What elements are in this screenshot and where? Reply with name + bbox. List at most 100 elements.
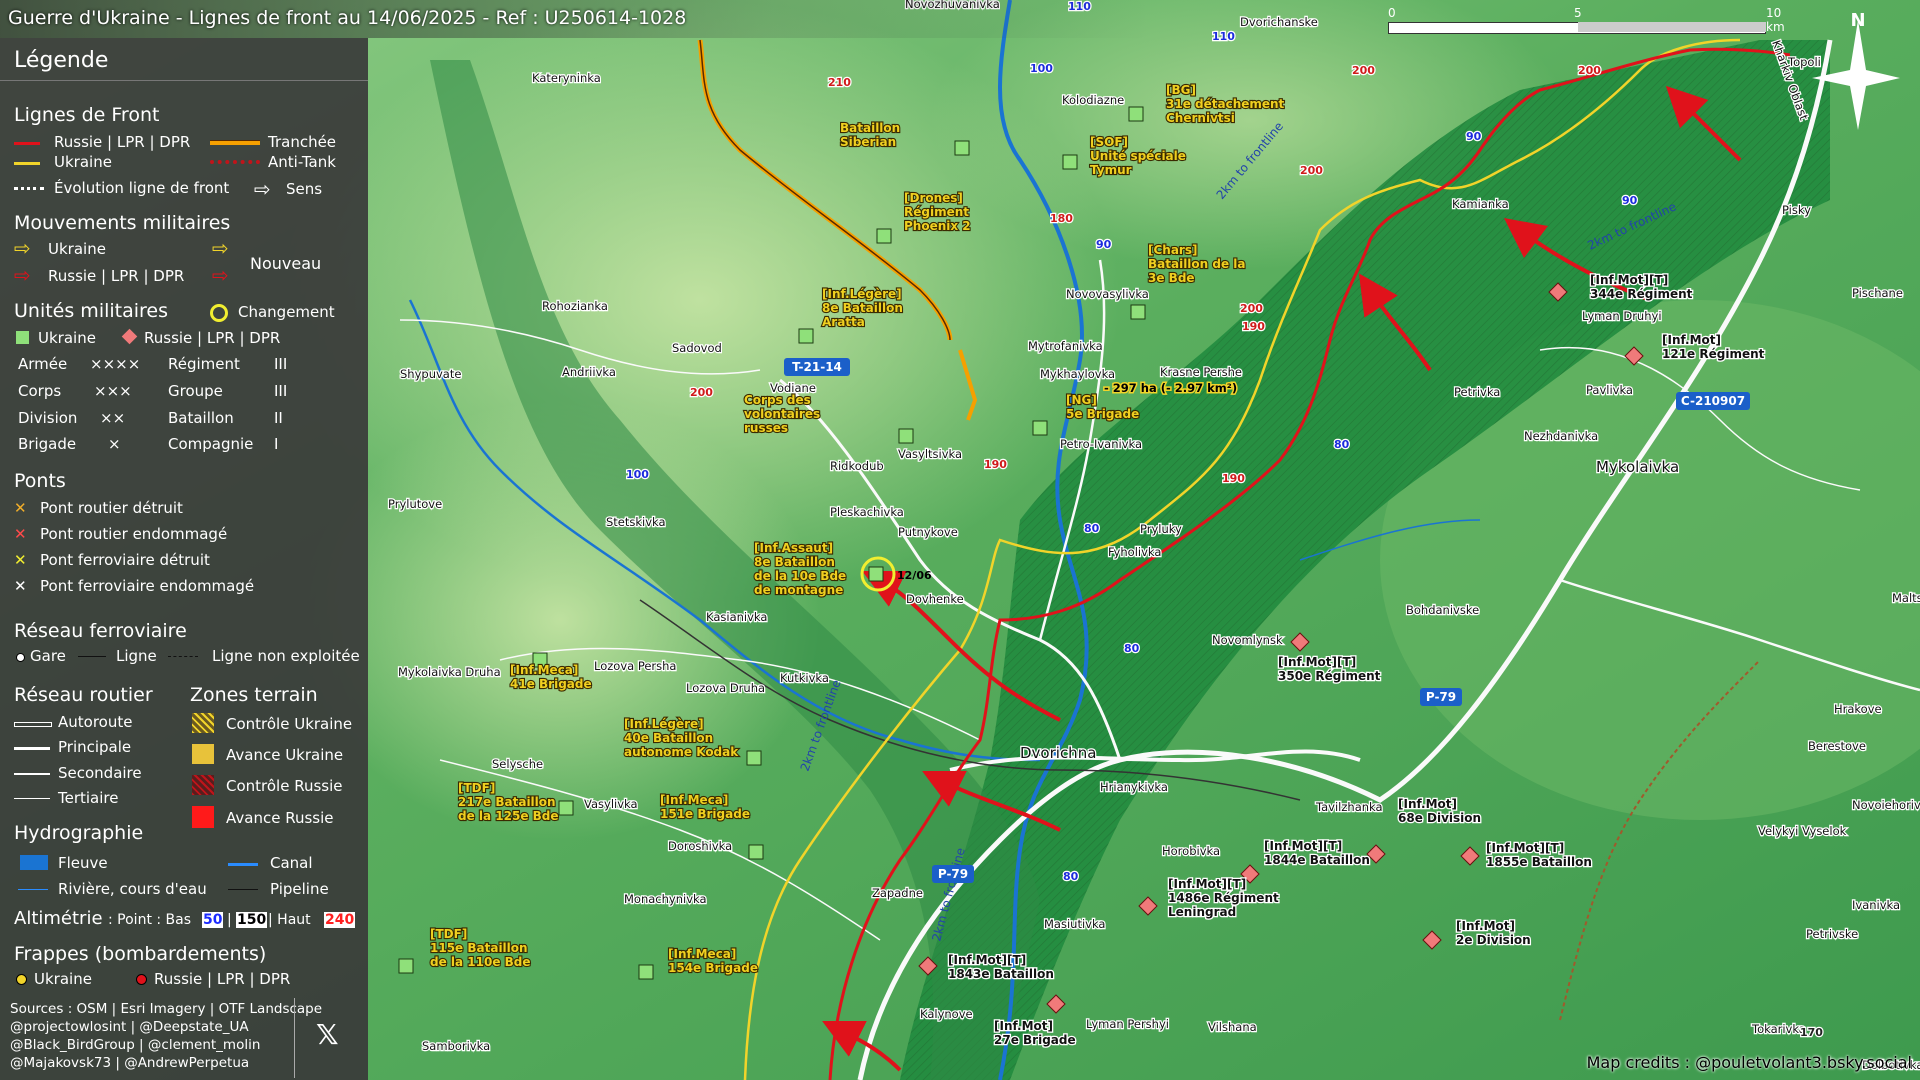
alt-mid: 150 (236, 912, 268, 928)
place-label: Ivanivka (1852, 898, 1900, 912)
trench-swatch (210, 140, 260, 145)
bridge-item-4: Pont ferroviaire endommagé (40, 577, 255, 595)
strikes-ukraine-label: Ukraine (34, 970, 92, 988)
place-label: Petro-Ivanivka (1060, 437, 1142, 451)
new-russia-move-icon: ⇨ (212, 263, 229, 287)
unit-type-brigade: Brigade (18, 435, 77, 453)
russia-line-swatch (14, 142, 40, 145)
place-label: Nezhdanivka (1524, 429, 1598, 443)
unit-type-group: Groupe (168, 382, 223, 400)
ukraine-unit-icon[interactable] (1130, 304, 1146, 320)
sources-divider (294, 998, 295, 1078)
ukraine-unit-icon[interactable] (868, 566, 884, 582)
altitude-point: 80 (1334, 438, 1350, 451)
annotation-date: 12/06 (897, 569, 932, 582)
sources-line-3: @Black_BirdGroup | @clement_molin (10, 1037, 261, 1053)
legend-title: Légende (14, 48, 109, 73)
place-label: Putnykove (898, 525, 958, 539)
russia-move-arrow-icon: ⇨ (14, 263, 31, 287)
altitude-point: 100 (626, 468, 649, 481)
units-heading: Unités militaires (14, 300, 169, 322)
ukraine-unit-icon[interactable] (638, 964, 654, 980)
bridges-heading: Ponts (14, 470, 66, 492)
place-label: Mykolaivka Druha (398, 665, 501, 679)
new-ukraine-move-icon: ⇨ (212, 236, 229, 260)
unit-type-company: Compagnie (168, 435, 254, 453)
place-label: Dovhenke (906, 592, 964, 606)
place-label: Novomlynsk (1212, 633, 1283, 647)
bridge-item-3: Pont ferroviaire détruit (40, 551, 210, 569)
russia-unit-diamond-icon (121, 328, 138, 345)
place-label: Novoiehorivka (1852, 798, 1920, 812)
map-title: Guerre d'Ukraine - Lignes de front au 14… (8, 7, 687, 29)
sources-line-4: @Majakovsk73 | @AndrewPerpetua (10, 1055, 250, 1071)
scale-bar-half (1578, 22, 1766, 32)
place-label: Sadovod (672, 341, 722, 355)
ukraine-unit-icon[interactable] (1128, 106, 1144, 122)
road-label: C-210907 (1681, 394, 1745, 408)
strikes-russia-label: Russie | LPR | DPR (154, 970, 291, 988)
bridge-item-1: Pont routier détruit (40, 499, 183, 517)
ukraine-unit-icon[interactable] (798, 328, 814, 344)
x-logo-icon[interactable]: 𝕏 (316, 1018, 339, 1051)
scale-bar: 0 5 10 km (1388, 6, 1785, 38)
alt-separator: | (227, 912, 232, 928)
road-bridge-damaged-icon: ✕ (14, 525, 27, 543)
road-label: P-79 (1426, 690, 1456, 704)
place-label: Dvorichna (1020, 744, 1096, 762)
place-label: Kateryninka (532, 71, 601, 85)
place-label: Krasne Pershe (1160, 365, 1242, 379)
place-label: Petrivske (1806, 927, 1858, 941)
ukraine-unit-icon[interactable] (898, 428, 914, 444)
front-heading: Lignes de Front (14, 104, 160, 126)
ukraine-unit-icon[interactable] (746, 750, 762, 766)
ukraine-strike-icon (16, 974, 27, 985)
ukraine-unit-icon[interactable] (398, 958, 414, 974)
zone-russia-advance-swatch (192, 806, 214, 828)
ukraine-unit-icon[interactable] (954, 140, 970, 156)
place-label: Tavilzhanka (1315, 800, 1383, 814)
unit-symbol-company: I (274, 435, 279, 453)
alt-sep: | Haut (268, 912, 311, 928)
road-bridge-destroyed-icon: ✕ (14, 499, 27, 517)
place-label: Kasianivka (706, 610, 767, 624)
zone-russia-control-swatch (192, 775, 214, 795)
rail-unused-swatch (168, 656, 198, 657)
place-label: Lozova Druha (686, 681, 765, 695)
ukraine-unit-icon[interactable] (748, 844, 764, 860)
altitude-point: 180 (1050, 212, 1073, 225)
unit-type-army: Armée (18, 355, 68, 373)
hydro-canal-label: Canal (270, 854, 313, 872)
moves-ukraine-label: Ukraine (48, 240, 106, 258)
place-label: Stetskivka (606, 515, 666, 529)
ukraine-unit-icon[interactable] (1062, 154, 1078, 170)
legend-title-rule (0, 80, 368, 81)
hydro-pipeline-label: Pipeline (270, 880, 329, 898)
place-label: Shypuvate (400, 367, 461, 381)
altitude-point: 200 (1578, 64, 1601, 77)
scale-mid: 5 (1574, 6, 1582, 20)
ukraine-unit-icon[interactable] (1032, 420, 1048, 436)
place-label: Selysche (492, 757, 543, 771)
road-item-2: Principale (58, 738, 132, 756)
scale-end: 10 km (1766, 6, 1785, 34)
russia-strike-icon (136, 974, 147, 985)
rail-line-swatch (78, 656, 106, 657)
ukraine-unit-icon[interactable] (876, 228, 892, 244)
hydro-heading: Hydrographie (14, 822, 144, 844)
place-label: Kolodiazne (1062, 93, 1124, 107)
hydro-stream-label: Rivière, cours d'eau (58, 880, 207, 898)
place-label: Pleskachivka (830, 505, 904, 519)
scale-zero: 0 (1388, 6, 1396, 20)
unit-symbol-battalion: II (274, 409, 283, 427)
bridge-item-2: Pont routier endommagé (40, 525, 228, 543)
zone-item-2: Avance Ukraine (226, 746, 344, 764)
ukraine-unit-icon[interactable] (558, 800, 574, 816)
road-label: P-79 (938, 867, 968, 881)
place-label: Horobivka (1162, 844, 1220, 858)
road-item-3: Secondaire (58, 764, 142, 782)
rail-bridge-destroyed-icon: ✕ (14, 551, 27, 569)
altitude-point: 90 (1622, 194, 1638, 207)
unit-label: [Inf.Assaut] 8e Bataillon de la 10e Bde de … (754, 541, 846, 597)
place-label: Vasyltsivka (898, 447, 962, 461)
